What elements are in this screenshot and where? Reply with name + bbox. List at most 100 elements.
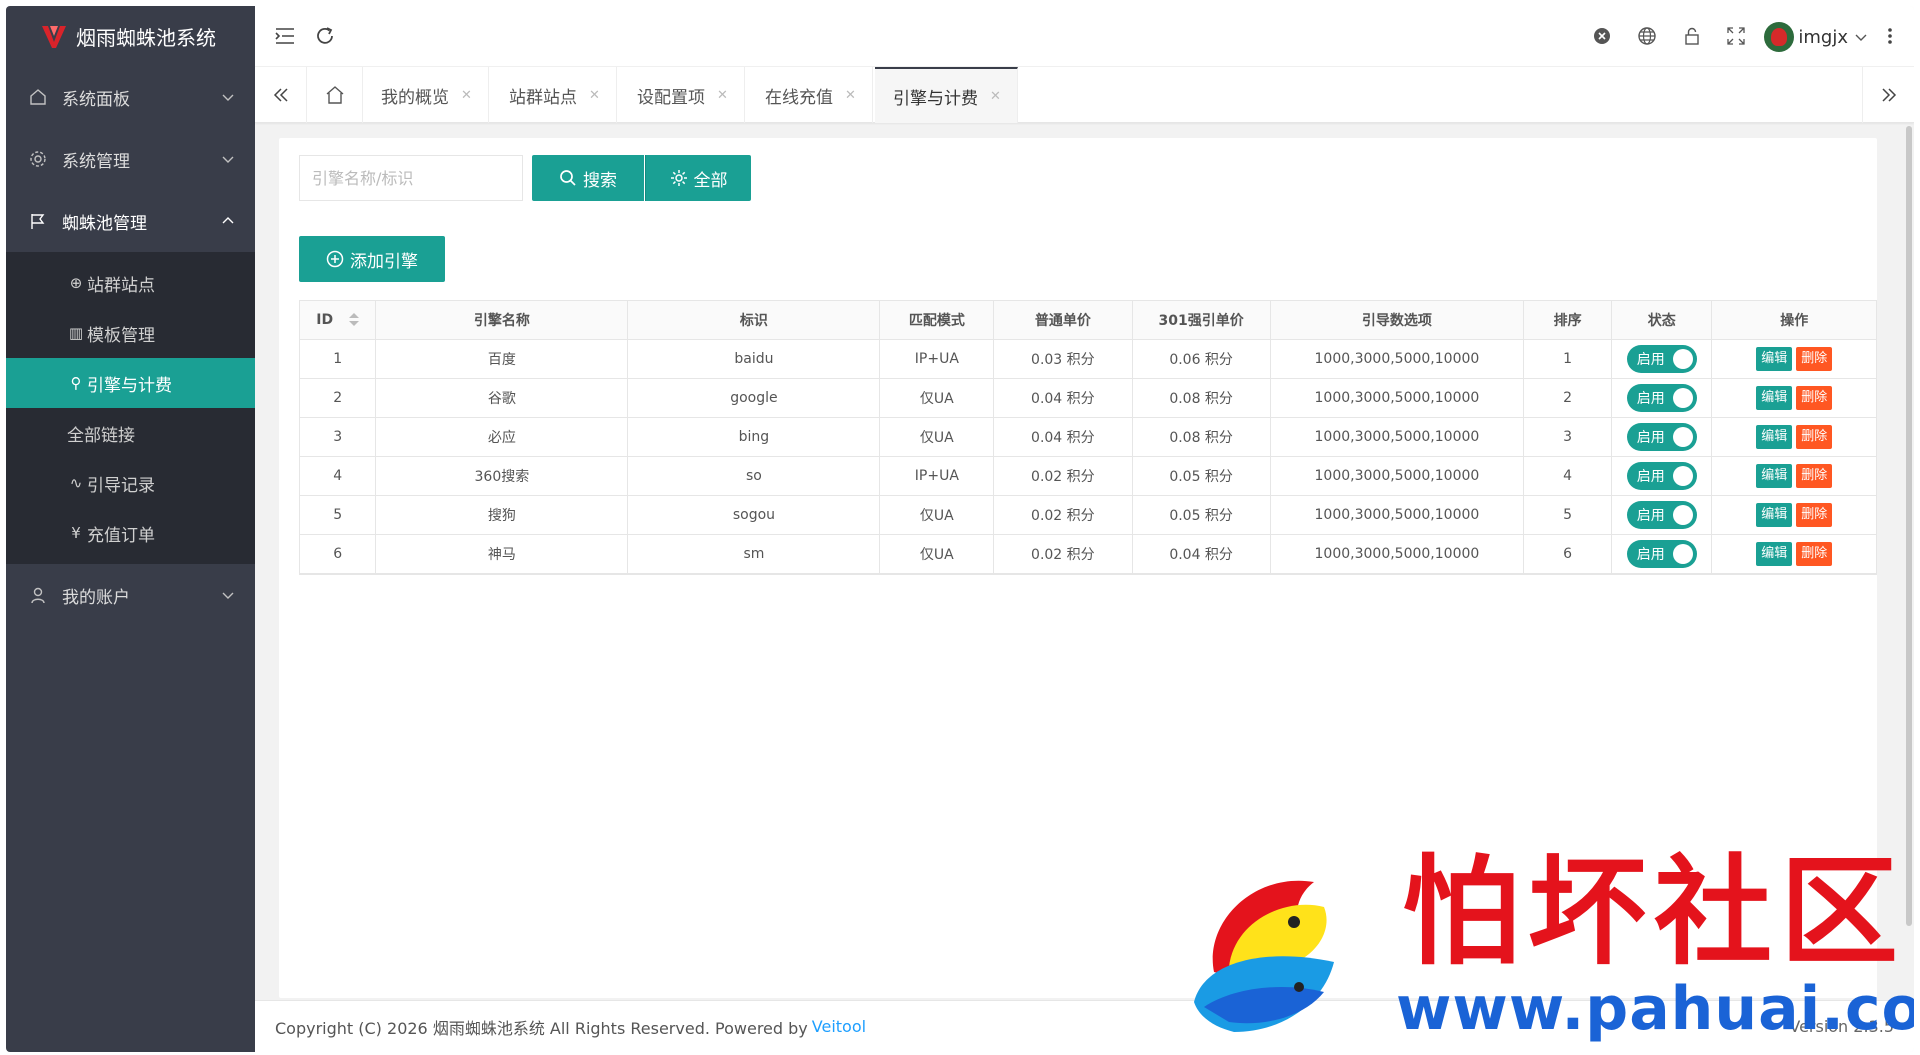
sidebar-item-all-links[interactable]: 全部链接 [6,408,255,458]
status-toggle[interactable]: 启用 [1626,461,1697,490]
sort-icon[interactable] [349,312,360,327]
table-cell: 1000,3000,5000,10000 [1270,534,1525,574]
sidebar-item-system[interactable]: 系统管理 [6,128,255,190]
sidebar-item-templates[interactable]: ▥ 模板管理 [6,308,255,358]
table-cell: 0.02 积分 [993,534,1133,574]
gear-icon [670,170,687,186]
column-header: 引擎名称 [375,301,629,340]
table-cell: IP+UA [879,456,995,496]
table-cell: 0.08 积分 [1132,378,1271,418]
edit-button[interactable]: 编辑 [1756,463,1793,488]
logo[interactable]: 烟雨蜘蛛池系统 [6,6,255,66]
close-icon[interactable]: ✕ [717,88,728,103]
table-cell: 1000,3000,5000,10000 [1270,339,1525,379]
column-header-id[interactable]: ID [300,301,377,340]
table-header-row: ID 引擎名称 标识 匹配模式 普通单价 301强引单价 引导数选项 排序 状态… [300,301,1876,340]
tab-settings[interactable]: 设配置项 ✕ [619,67,745,123]
actions-cell: 编辑 删除 [1711,339,1876,379]
refresh-icon[interactable] [313,24,337,48]
app-title: 烟雨蜘蛛池系统 [76,25,216,50]
status-toggle[interactable]: 启用 [1626,344,1697,373]
actions-cell: 编辑 删除 [1711,456,1876,496]
tab-sites[interactable]: 站群站点 ✕ [491,67,617,123]
gear-icon [28,149,48,169]
table-cell: 6 [300,534,377,574]
close-icon[interactable]: ✕ [845,88,856,103]
table-row: 1 百度 baidu IP+UA 0.03 积分 0.06 积分 1000,3000,500… [300,339,1876,379]
delete-button[interactable]: 删除 [1796,502,1833,527]
close-icon[interactable]: ✕ [990,89,1001,104]
edit-button[interactable]: 编辑 [1756,424,1793,449]
table-cell: 必应 [375,417,629,457]
column-header: 状态 [1611,301,1713,340]
delete-button[interactable]: 删除 [1796,385,1833,410]
edit-button[interactable]: 编辑 [1756,502,1793,527]
delete-button[interactable]: 删除 [1796,463,1833,488]
search-input[interactable] [299,155,523,201]
tab-scroll-left-icon[interactable] [255,67,307,123]
edit-button[interactable]: 编辑 [1756,541,1793,566]
add-engine-button[interactable]: 添加引擎 [299,236,445,282]
more-vertical-icon[interactable] [1878,24,1902,48]
tab-home[interactable] [307,67,363,123]
delete-button[interactable]: 删除 [1796,346,1833,371]
table-cell: 1000,3000,5000,10000 [1270,417,1525,457]
show-all-button-label: 全部 [693,170,728,191]
table-cell: 1000,3000,5000,10000 [1270,495,1525,535]
table-cell: 6 [1523,534,1613,574]
fish-logo-icon [1194,880,1334,1032]
add-circle-icon [326,250,344,268]
user-menu[interactable]: imgjx [1764,20,1868,54]
tab-overview[interactable]: 我的概览 ✕ [363,67,489,123]
table-cell: sogou [627,495,881,535]
edit-button[interactable]: 编辑 [1756,385,1793,410]
sidebar-item-account[interactable]: 我的账户 [6,564,255,626]
collapse-menu-icon[interactable] [273,24,297,48]
close-icon[interactable]: ✕ [589,88,600,103]
sub-item-label: 站群站点 [87,275,155,296]
close-circle-icon[interactable] [1590,24,1614,48]
table-cell: 360搜索 [375,456,629,496]
table-cell: 3 [300,417,377,457]
status-toggle[interactable]: 启用 [1626,383,1697,412]
sidebar-item-sites[interactable]: ⊕ 站群站点 [6,258,255,308]
tab-recharge[interactable]: 在线充值 ✕ [747,67,873,123]
sidebar-item-spider-pool[interactable]: 蜘蛛池管理 [6,190,255,252]
close-icon[interactable]: ✕ [461,88,472,103]
tab-engines[interactable]: 引擎与计费 ✕ [875,67,1018,123]
table-cell: 0.04 积分 [1132,534,1271,574]
app-window: 烟雨蜘蛛池系统 系统面板 系统管理 蜘蛛池管理 ⊕ 站群站点 ▥ 模板管理 ⚲ … [6,6,1914,1052]
table-cell: 0.02 积分 [993,495,1133,535]
search-icon: ⚲ [70,374,82,392]
tab-scroll-right-icon[interactable] [1862,67,1914,123]
fullscreen-icon[interactable] [1724,24,1748,48]
sidebar-item-engines[interactable]: ⚲ 引擎与计费 [6,358,255,408]
table-cell: 5 [1523,495,1613,535]
column-header: 排序 [1523,301,1613,340]
edit-button[interactable]: 编辑 [1756,346,1793,371]
globe-icon[interactable] [1635,24,1659,48]
delete-button[interactable]: 删除 [1796,541,1833,566]
status-toggle[interactable]: 启用 [1626,422,1697,451]
top-header: imgjx [255,6,1914,67]
sub-item-label: 引导记录 [87,475,155,496]
table-row: 2 谷歌 google 仅UA 0.04 积分 0.08 积分 1000,3000,5000… [300,378,1876,418]
table-cell: 仅UA [879,534,995,574]
lock-icon[interactable] [1680,24,1704,48]
status-toggle[interactable]: 启用 [1626,539,1697,568]
status-cell: 启用 [1611,417,1713,457]
sidebar-item-label: 系统管理 [62,151,130,172]
powered-by-link[interactable]: Veitool [812,1017,866,1036]
table-row: 6 神马 sm 仅UA 0.02 积分 0.04 积分 1000,3000,5000,100… [300,534,1876,574]
sidebar-item-recharge-orders[interactable]: ¥ 充值订单 [6,508,255,558]
vertical-scrollbar[interactable] [1906,126,1912,926]
sidebar-item-guide-records[interactable]: ∿ 引导记录 [6,458,255,508]
sidebar-item-dashboard[interactable]: 系统面板 [6,66,255,128]
actions-cell: 编辑 删除 [1711,534,1876,574]
delete-button[interactable]: 删除 [1796,424,1833,449]
status-toggle[interactable]: 启用 [1626,500,1697,529]
show-all-button[interactable]: 全部 [645,155,751,201]
search-button[interactable]: 搜索 [532,155,644,201]
status-cell: 启用 [1611,495,1713,535]
engine-table: ID 引擎名称 标识 匹配模式 普通单价 301强引单价 引导数选项 排序 状态… [299,300,1877,575]
